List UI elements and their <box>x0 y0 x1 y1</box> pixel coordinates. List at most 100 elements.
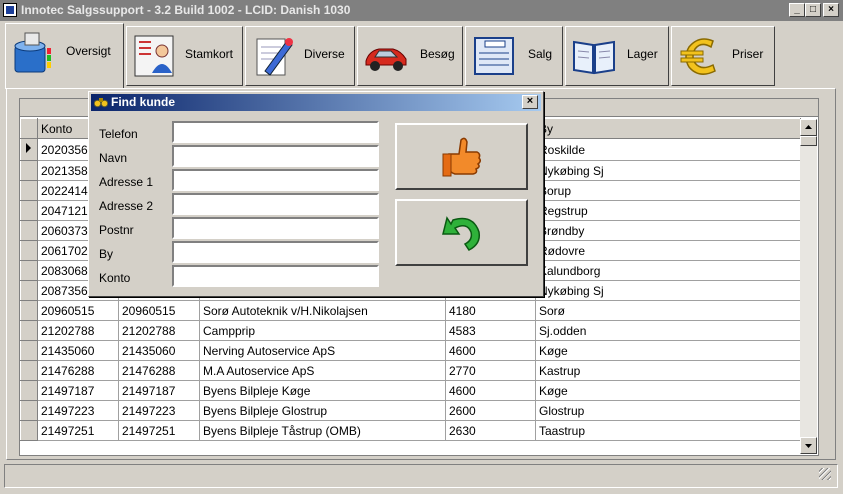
cell-konto[interactable]: 21497223 <box>37 400 119 421</box>
konto-input[interactable] <box>172 265 379 287</box>
row-indicator[interactable] <box>20 160 38 181</box>
row-indicator[interactable] <box>20 420 38 441</box>
row-indicator[interactable] <box>20 200 38 221</box>
tab-besoeg[interactable]: Besøg <box>357 26 463 86</box>
table-row[interactable]: 21497187 21497187 Byens Bilpleje Køge 4600 K… <box>20 380 801 401</box>
cancel-undo-button[interactable] <box>395 199 528 266</box>
column-header-by[interactable]: By <box>535 118 801 139</box>
cell-by[interactable]: Rødovre <box>535 240 801 261</box>
find-customer-dialog: Find kunde × Telefon Navn Adresse 1 Adre… <box>88 91 544 297</box>
row-indicator-header <box>20 118 38 139</box>
book-icon <box>573 40 615 75</box>
cell-by[interactable]: Roskilde <box>535 138 801 161</box>
cell-konto[interactable]: 20960515 <box>37 300 119 321</box>
cell-postnr[interactable]: 2770 <box>445 360 536 381</box>
tab-lager[interactable]: Lager <box>565 26 669 86</box>
cell-konto-2[interactable]: 21202788 <box>118 320 200 341</box>
row-indicator[interactable] <box>20 380 38 401</box>
telefon-input[interactable] <box>172 121 379 143</box>
cell-konto[interactable]: 21476288 <box>37 360 119 381</box>
tab-salg[interactable]: Salg <box>465 26 563 86</box>
scroll-up-button[interactable] <box>800 119 817 136</box>
cell-by[interactable]: Køge <box>535 380 801 401</box>
cell-by[interactable]: Sj.odden <box>535 320 801 341</box>
scroll-down-button[interactable] <box>800 437 817 454</box>
cell-name[interactable]: Nerving Autoservice ApS <box>199 340 446 361</box>
cell-by[interactable]: Nykøbing Sj <box>535 280 801 301</box>
resize-grip[interactable] <box>819 468 831 480</box>
cell-konto-2[interactable]: 21497187 <box>118 380 200 401</box>
cell-konto-2[interactable]: 21476288 <box>118 360 200 381</box>
cell-by[interactable]: Borup <box>535 180 801 201</box>
table-row[interactable]: 20960515 20960515 Sorø Autoteknik v/H.Niko… <box>20 300 801 321</box>
tab-priser[interactable]: Priser <box>671 26 775 86</box>
cell-by[interactable]: Brøndby <box>535 220 801 241</box>
cell-name[interactable]: M.A Autoservice ApS <box>199 360 446 381</box>
row-indicator[interactable] <box>20 220 38 241</box>
cell-konto-2[interactable]: 21497251 <box>118 420 200 441</box>
cell-name[interactable]: Byens Bilpleje Køge <box>199 380 446 401</box>
cell-by[interactable]: Regstrup <box>535 200 801 221</box>
by-input[interactable] <box>172 241 379 263</box>
scroll-thumb[interactable] <box>800 136 817 146</box>
postnr-input[interactable] <box>172 217 379 239</box>
cell-name[interactable]: Byens Bilpleje Glostrup <box>199 400 446 421</box>
cell-konto[interactable]: 21202788 <box>37 320 119 341</box>
tab-stamkort[interactable]: Stamkort <box>126 26 243 86</box>
cell-konto[interactable]: 21435060 <box>37 340 119 361</box>
cell-postnr[interactable]: 4600 <box>445 340 536 361</box>
cell-postnr[interactable]: 2600 <box>445 400 536 421</box>
cell-konto[interactable]: 21497187 <box>37 380 119 401</box>
cell-postnr[interactable]: 4583 <box>445 320 536 341</box>
label-adresse-2: Adresse 2 <box>99 199 154 213</box>
search-ok-button[interactable] <box>395 123 528 190</box>
title-bar: Innotec Salgssupport - 3.2 Build 1002 - … <box>0 0 843 21</box>
cell-by[interactable]: Sorø <box>535 300 801 321</box>
table-row[interactable]: 21476288 21476288 M.A Autoservice ApS 2770 K… <box>20 360 801 381</box>
close-button[interactable]: × <box>823 3 839 17</box>
row-indicator[interactable] <box>20 300 38 321</box>
cell-by[interactable]: Nykøbing Sj <box>535 160 801 181</box>
adresse-2-input[interactable] <box>172 193 379 215</box>
cell-postnr[interactable]: 4180 <box>445 300 536 321</box>
grid-vertical-scrollbar[interactable] <box>800 119 817 454</box>
cell-name[interactable]: Campprip <box>199 320 446 341</box>
cell-name[interactable]: Sorø Autoteknik v/H.Nikolajsen <box>199 300 446 321</box>
row-indicator[interactable] <box>20 138 38 161</box>
cell-konto[interactable]: 21497251 <box>37 420 119 441</box>
dialog-close-button[interactable]: × <box>522 95 538 109</box>
cell-by[interactable]: Kastrup <box>535 360 801 381</box>
cell-name[interactable]: Byens Bilpleje Tåstrup (OMB) <box>199 420 446 441</box>
maximize-button[interactable]: □ <box>805 3 821 17</box>
tab-oversigt[interactable]: Oversigt <box>5 23 124 89</box>
table-row[interactable]: 21435060 21435060 Nerving Autoservice ApS 4… <box>20 340 801 361</box>
cell-konto-2[interactable]: 21435060 <box>118 340 200 361</box>
navn-input[interactable] <box>172 145 379 167</box>
tab-diverse[interactable]: Diverse <box>245 26 355 86</box>
table-row[interactable]: 21497251 21497251 Byens Bilpleje Tåstrup (… <box>20 420 801 441</box>
row-indicator[interactable] <box>20 260 38 281</box>
cell-postnr[interactable]: 2630 <box>445 420 536 441</box>
window-title: Innotec Salgssupport - 3.2 Build 1002 - … <box>21 3 351 17</box>
minimize-button[interactable]: _ <box>789 3 805 17</box>
row-indicator[interactable] <box>20 400 38 421</box>
cell-by[interactable]: Glostrup <box>535 400 801 421</box>
table-row[interactable]: 21202788 21202788 Campprip 4583 Sj.odden <box>20 320 801 341</box>
row-indicator[interactable] <box>20 320 38 341</box>
cell-by[interactable]: Kalundborg <box>535 260 801 281</box>
row-indicator[interactable] <box>20 360 38 381</box>
row-indicator[interactable] <box>20 180 38 201</box>
row-indicator[interactable] <box>20 280 38 301</box>
cell-postnr[interactable]: 4600 <box>445 380 536 401</box>
cell-konto-2[interactable]: 20960515 <box>118 300 200 321</box>
cell-by[interactable]: Køge <box>535 340 801 361</box>
cell-konto-2[interactable]: 21497223 <box>118 400 200 421</box>
adresse-1-input[interactable] <box>172 169 379 191</box>
table-row[interactable]: 21497223 21497223 Byens Bilpleje Glostrup 2… <box>20 400 801 421</box>
row-indicator[interactable] <box>20 340 38 361</box>
label-telefon: Telefon <box>99 127 138 141</box>
row-indicator[interactable] <box>20 240 38 261</box>
label-adresse-1: Adresse 1 <box>99 175 154 189</box>
cell-by[interactable]: Taastrup <box>535 420 801 441</box>
car-icon <box>365 48 407 71</box>
